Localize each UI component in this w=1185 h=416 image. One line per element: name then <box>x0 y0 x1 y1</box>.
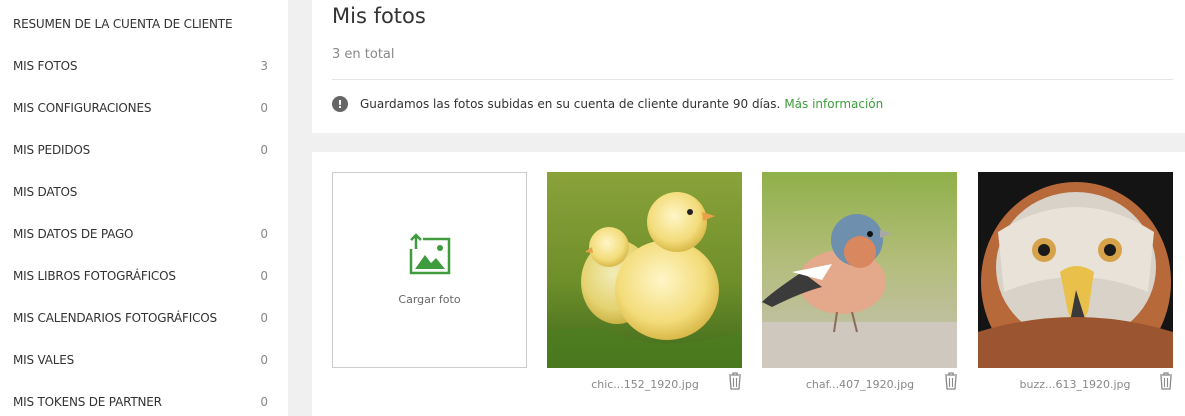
sidebar-item-mis-vales[interactable]: MIS VALES 0 <box>0 339 288 381</box>
sidebar-item-mis-fotos[interactable]: MIS FOTOS 3 <box>0 45 288 87</box>
photos-header-card: Mis fotos 3 en total ! Guardamos las fot… <box>312 0 1185 133</box>
page-title: Mis fotos <box>332 4 426 28</box>
sidebar-item-count: 0 <box>260 101 268 115</box>
sidebar-item-resumen[interactable]: RESUMEN DE LA CUENTA DE CLIENTE <box>0 3 288 45</box>
sidebar-item-label: MIS VALES <box>13 353 75 367</box>
sidebar-item-count: 0 <box>260 143 268 157</box>
exclamation-circle-icon: ! <box>332 96 348 112</box>
upload-image-icon <box>409 233 451 275</box>
retention-notice: ! Guardamos las fotos subidas en su cuen… <box>332 96 883 112</box>
notice-text: Guardamos las fotos subidas en su cuenta… <box>360 97 781 111</box>
sidebar-item-label: MIS DATOS <box>13 185 78 199</box>
sidebar-item-count: 0 <box>260 227 268 241</box>
sidebar-item-label: MIS CALENDARIOS FOTOGRÁFICOS <box>13 311 217 325</box>
sidebar-item-label: MIS PEDIDOS <box>13 143 91 157</box>
sidebar-item-count: 0 <box>260 395 268 409</box>
photo-thumbnail-chicks[interactable] <box>547 172 742 368</box>
photo-thumbnail-buzzard[interactable] <box>978 172 1173 368</box>
sidebar-item-label: MIS TOKENS DE PARTNER <box>13 395 162 409</box>
sidebar-item-mis-pedidos[interactable]: MIS PEDIDOS 0 <box>0 129 288 171</box>
sidebar: RESUMEN DE LA CUENTA DE CLIENTE MIS FOTO… <box>0 0 288 416</box>
sidebar-item-mis-datos-de-pago[interactable]: MIS DATOS DE PAGO 0 <box>0 213 288 255</box>
sidebar-item-mis-libros-fotograficos[interactable]: MIS LIBROS FOTOGRÁFICOS 0 <box>0 255 288 297</box>
photo-total-count: 3 en total <box>332 47 395 62</box>
sidebar-item-mis-configuraciones[interactable]: MIS CONFIGURACIONES 0 <box>0 87 288 129</box>
sidebar-item-mis-tokens-de-partner[interactable]: MIS TOKENS DE PARTNER 0 <box>0 381 288 416</box>
sidebar-item-count: 0 <box>260 353 268 367</box>
sidebar-item-count: 0 <box>260 311 268 325</box>
sidebar-item-label: MIS DATOS DE PAGO <box>13 227 134 241</box>
photo-filename: buzz...613_1920.jpg <box>1019 378 1131 391</box>
delete-trash-icon[interactable] <box>1158 372 1174 390</box>
sidebar-item-label: MIS CONFIGURACIONES <box>13 101 152 115</box>
sidebar-item-count: 3 <box>260 59 268 73</box>
upload-photo-button[interactable]: Cargar foto <box>332 172 527 368</box>
photos-grid-card: Cargar foto chic...152_1920.jpg chaf...4… <box>312 152 1185 416</box>
sidebar-item-mis-datos[interactable]: MIS DATOS <box>0 171 288 213</box>
sidebar-item-label: RESUMEN DE LA CUENTA DE CLIENTE <box>13 17 233 31</box>
sidebar-item-mis-calendarios-fotograficos[interactable]: MIS CALENDARIOS FOTOGRÁFICOS 0 <box>0 297 288 339</box>
more-info-link[interactable]: Más información <box>784 97 883 111</box>
sidebar-item-label: MIS FOTOS <box>13 59 78 73</box>
upload-photo-label: Cargar foto <box>398 293 461 306</box>
sidebar-item-count: 0 <box>260 269 268 283</box>
sidebar-item-label: MIS LIBROS FOTOGRÁFICOS <box>13 269 176 283</box>
photo-thumbnail-chaffinch[interactable] <box>762 172 957 368</box>
delete-trash-icon[interactable] <box>727 372 743 390</box>
photo-filename: chic...152_1920.jpg <box>591 378 699 391</box>
photo-filename: chaf...407_1920.jpg <box>805 378 915 391</box>
delete-trash-icon[interactable] <box>943 372 959 390</box>
divider <box>332 79 1173 80</box>
